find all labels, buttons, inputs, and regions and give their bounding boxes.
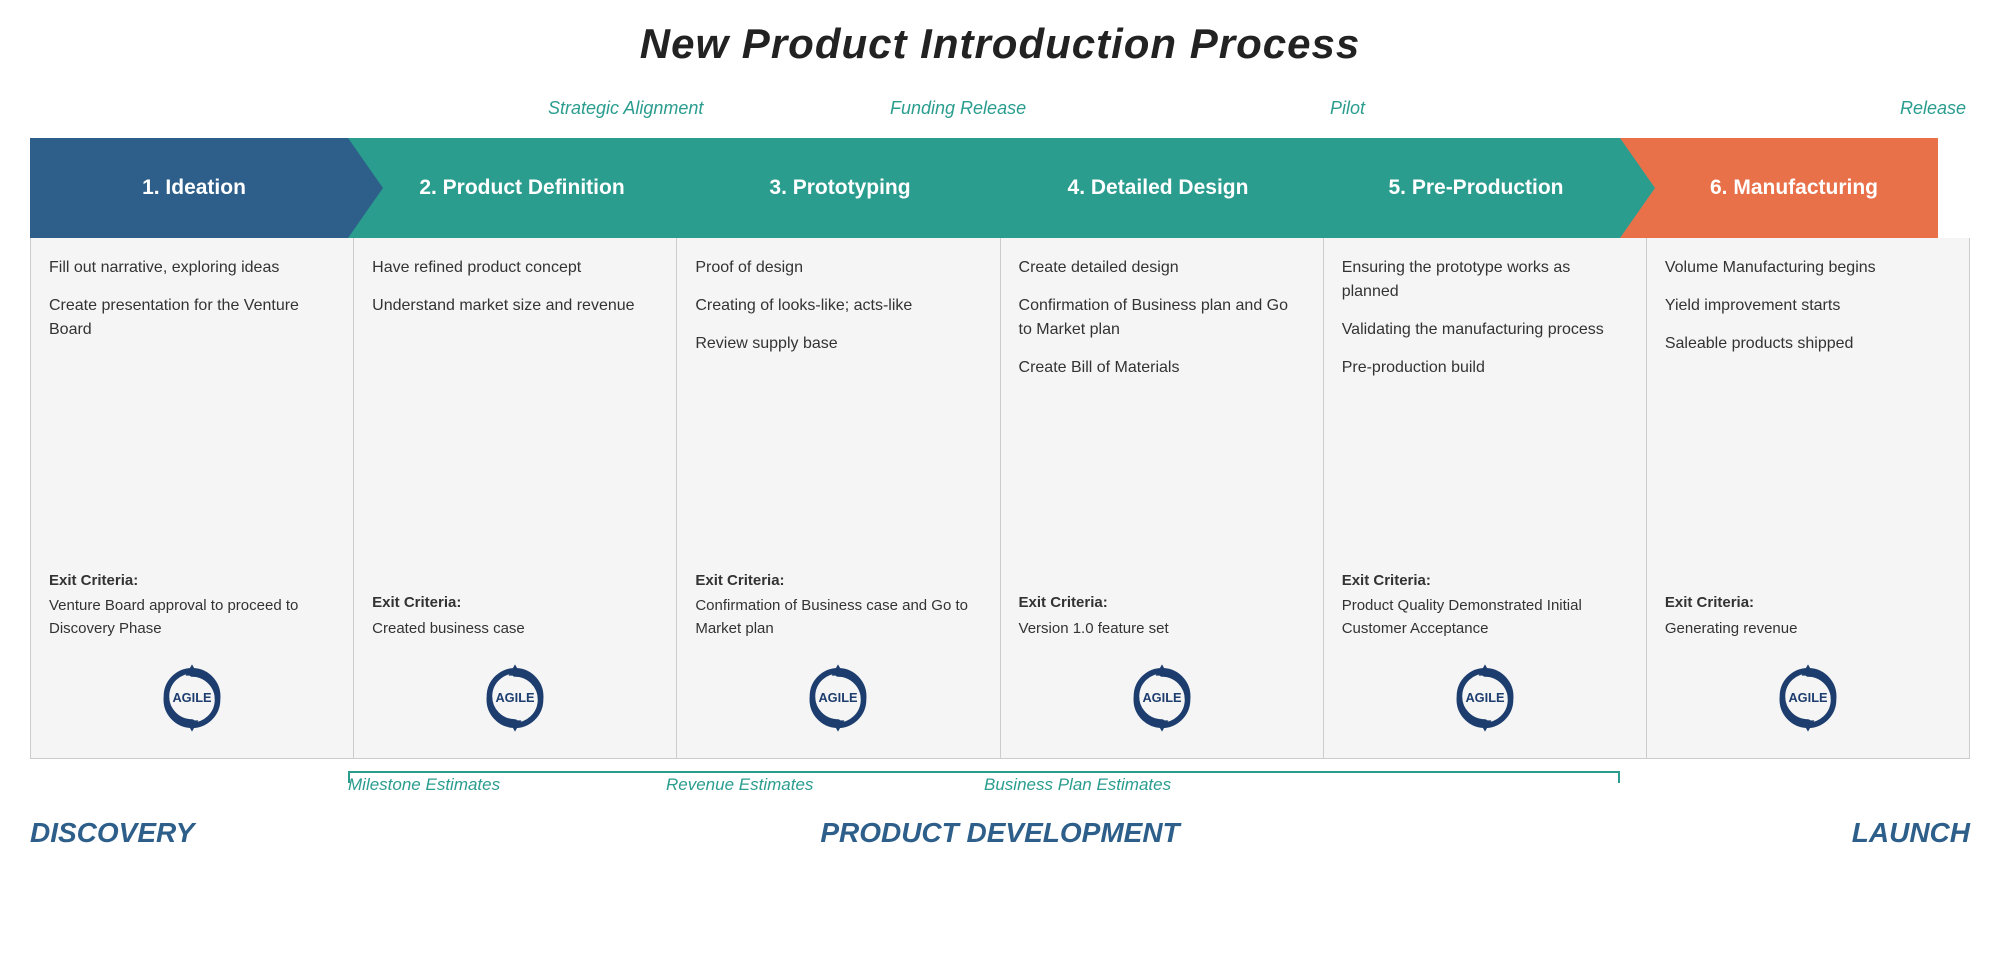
- exit-criteria-label: Exit Criteria:: [695, 570, 981, 593]
- svg-text:AGILE: AGILE: [819, 690, 859, 705]
- arrow-manufacturing: 6. Manufacturing: [1620, 138, 1938, 238]
- exit-criteria: Exit Criteria: Venture Board approval to…: [49, 570, 335, 641]
- phase-arrows: 1. Ideation2. Product Definition3. Proto…: [30, 138, 1970, 238]
- development-label: PRODUCT DEVELOPMENT: [348, 817, 1652, 849]
- exit-criteria-text: Version 1.0 feature set: [1019, 620, 1169, 637]
- task-item: Pre-production build: [1342, 356, 1628, 380]
- exit-criteria: Exit Criteria: Generating revenue: [1665, 592, 1951, 640]
- exit-criteria-text: Created business case: [372, 620, 525, 637]
- task-item: Create Bill of Materials: [1019, 356, 1305, 380]
- agile-badge: AGILE: [1019, 658, 1305, 748]
- col-content: Have refined product concept Understand m…: [372, 256, 658, 582]
- page-title: New Product Introduction Process: [30, 20, 1970, 68]
- exit-criteria-label: Exit Criteria:: [1019, 592, 1305, 615]
- task-item: Validating the manufacturing process: [1342, 318, 1628, 342]
- col-content: Fill out narrative, exploring ideas Creat…: [49, 256, 335, 560]
- task-item: Understand market size and revenue: [372, 294, 658, 318]
- funding-release-label: Funding Release: [890, 98, 1026, 119]
- task-item: Saleable products shipped: [1665, 332, 1951, 356]
- col-content: Ensuring the prototype works as planned V…: [1342, 256, 1628, 560]
- svg-text:AGILE: AGILE: [496, 690, 536, 705]
- exit-criteria-label: Exit Criteria:: [372, 592, 658, 615]
- exit-criteria-label: Exit Criteria:: [1342, 570, 1628, 593]
- exit-criteria-text: Confirmation of Business case and Go to …: [695, 597, 968, 637]
- col-ideation: Fill out narrative, exploring ideas Creat…: [31, 238, 354, 758]
- arrow-detailed-design: 4. Detailed Design: [984, 138, 1302, 238]
- strategic-alignment-label: Strategic Alignment: [548, 98, 703, 119]
- col-prototyping: Proof of design Creating of looks-like; a…: [677, 238, 1000, 758]
- svg-text:AGILE: AGILE: [1465, 690, 1505, 705]
- arrow-pre-production: 5. Pre-Production: [1302, 138, 1620, 238]
- task-item: Ensuring the prototype works as planned: [1342, 256, 1628, 304]
- col-content: Volume Manufacturing begins Yield improve…: [1665, 256, 1951, 582]
- task-item: Fill out narrative, exploring ideas: [49, 256, 335, 280]
- task-item: Yield improvement starts: [1665, 294, 1951, 318]
- exit-criteria: Exit Criteria: Confirmation of Business …: [695, 570, 981, 641]
- exit-criteria-label: Exit Criteria:: [1665, 592, 1951, 615]
- agile-badge: AGILE: [372, 658, 658, 748]
- svg-text:AGILE: AGILE: [173, 690, 213, 705]
- phase-labels: DISCOVERY PRODUCT DEVELOPMENT LAUNCH: [30, 817, 1970, 849]
- col-content: Proof of design Creating of looks-like; a…: [695, 256, 981, 560]
- arrow-ideation: 1. Ideation: [30, 138, 348, 238]
- task-item: Have refined product concept: [372, 256, 658, 280]
- arrow-product-definition: 2. Product Definition: [348, 138, 666, 238]
- task-item: Creating of looks-like; acts-like: [695, 294, 981, 318]
- col-manufacturing: Volume Manufacturing begins Yield improve…: [1647, 238, 1969, 758]
- col-product-definition: Have refined product concept Understand m…: [354, 238, 677, 758]
- svg-text:AGILE: AGILE: [1788, 690, 1828, 705]
- agile-badge: AGILE: [695, 658, 981, 748]
- exit-criteria-text: Product Quality Demonstrated Initial Cus…: [1342, 597, 1582, 637]
- col-content: Create detailed design Confirmation of Bu…: [1019, 256, 1305, 582]
- pilot-label: Pilot: [1330, 98, 1365, 119]
- exit-criteria: Exit Criteria: Created business case: [372, 592, 658, 640]
- exit-criteria: Exit Criteria: Version 1.0 feature set: [1019, 592, 1305, 640]
- task-item: Volume Manufacturing begins: [1665, 256, 1951, 280]
- release-label: Release: [1900, 98, 1966, 119]
- task-item: Confirmation of Business plan and Go to …: [1019, 294, 1305, 342]
- arrow-prototyping: 3. Prototyping: [666, 138, 984, 238]
- agile-badge: AGILE: [49, 658, 335, 748]
- task-item: Create presentation for the Venture Boar…: [49, 294, 335, 342]
- launch-label: LAUNCH: [1652, 817, 1970, 849]
- discovery-label: DISCOVERY: [30, 817, 348, 849]
- content-area: Fill out narrative, exploring ideas Creat…: [30, 238, 1970, 759]
- exit-criteria-label: Exit Criteria:: [49, 570, 335, 593]
- task-item: Create detailed design: [1019, 256, 1305, 280]
- exit-criteria: Exit Criteria: Product Quality Demonstra…: [1342, 570, 1628, 641]
- task-item: Review supply base: [695, 332, 981, 356]
- agile-badge: AGILE: [1342, 658, 1628, 748]
- exit-criteria-text: Venture Board approval to proceed to Dis…: [49, 597, 298, 637]
- task-item: Proof of design: [695, 256, 981, 280]
- agile-badge: AGILE: [1665, 658, 1951, 748]
- svg-text:AGILE: AGILE: [1142, 690, 1182, 705]
- col-pre-production: Ensuring the prototype works as planned V…: [1324, 238, 1647, 758]
- exit-criteria-text: Generating revenue: [1665, 620, 1798, 637]
- col-detailed-design: Create detailed design Confirmation of Bu…: [1001, 238, 1324, 758]
